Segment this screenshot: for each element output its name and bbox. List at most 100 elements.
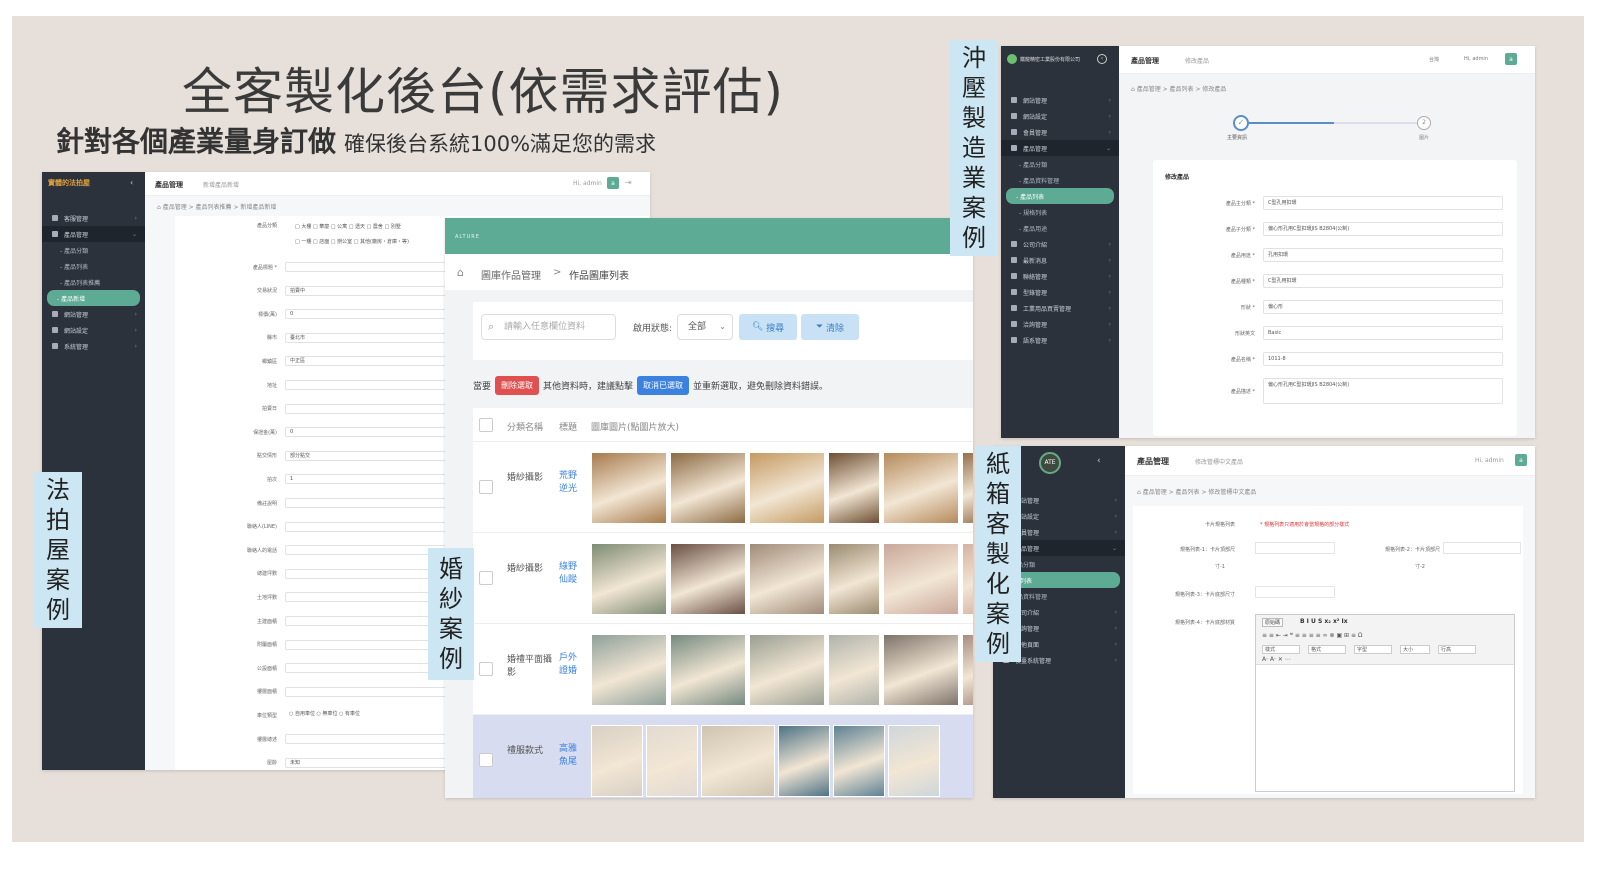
wedding-clear-button[interactable]: ⏷ 清除 [801,314,859,340]
mfg-nav-item[interactable]: - 產品分類 [1001,156,1119,172]
mfg-avatar[interactable]: a [1505,53,1517,65]
mfg-field-input[interactable]: C型孔用扣環 [1263,274,1503,288]
gallery-thumbnail[interactable] [883,543,959,615]
gallery-thumbnail[interactable] [828,543,880,615]
row-checkbox[interactable] [479,753,493,767]
mfg-nav-item[interactable]: - 產品用途 [1001,220,1119,236]
mfg-nav-item[interactable]: 工業用品買賣管理 › [1001,300,1119,316]
mfg-nav-item[interactable]: 產品管理 ⌄ [1001,140,1119,156]
wedding-search-input[interactable]: 請輸入任意欄位資料 [481,314,616,340]
mfg-field-input[interactable]: 孔用扣環 [1263,248,1503,262]
gallery-thumbnail[interactable] [888,725,940,797]
gallery-thumbnail[interactable] [591,634,667,706]
mfg-collapse-icon[interactable]: ‹ [1097,54,1107,64]
law-nav-item[interactable]: - 產品列表 [42,258,145,274]
mfg-field-input[interactable]: 偏心形孔用C型扣環JIS B2804(公制) [1263,222,1503,236]
gallery-thumbnail[interactable] [883,634,959,706]
carton-rich-editor[interactable]: 原始碼 B I U S x₂ x² Ix ≡ ≡ ⇤ ⇥ ❝ ≡ ≡ ≡ ≡ ∞… [1255,614,1515,792]
carton-editor-paragraph-buttons[interactable]: ≡ ≡ ⇤ ⇥ ❝ ≡ ≡ ≡ ≡ ∞ ⊗ ▣ ⊞ ≡ Ω [1262,632,1362,639]
row-checkbox[interactable] [479,571,493,585]
gallery-thumbnail[interactable] [749,634,825,706]
law-avatar[interactable]: a [607,177,619,189]
law-logout-icon[interactable]: ⇥ [625,178,632,187]
gallery-thumbnail[interactable] [749,452,825,524]
col-category[interactable]: 分類名稱 [507,420,543,433]
mfg-nav-item[interactable]: 型錄管理 › [1001,284,1119,300]
mfg-field-input[interactable]: 偏心形 [1263,300,1503,314]
carton-f3-input[interactable] [1255,586,1335,598]
law-nav-item[interactable]: 產品管理 ⌄ [42,226,145,242]
law-nav-item[interactable]: 網站管理 › [42,306,145,322]
carton-editor-format-buttons[interactable]: B I U S x₂ x² Ix [1300,618,1348,625]
gallery-thumbnail[interactable] [962,634,973,706]
gallery-thumbnail[interactable] [670,543,746,615]
law-nav-item[interactable]: 系統管理 › [42,338,145,354]
law-nav-item[interactable]: - 產品分類 [42,242,145,258]
wedding-search-button[interactable]: 🔍︎ 搜尋 [739,314,797,340]
gallery-thumbnail[interactable] [591,543,667,615]
mfg-field-input[interactable]: C型孔用扣環 [1263,196,1503,210]
mfg-field-input[interactable]: 偏心形孔用C型扣環JIS B2804(公制) [1263,378,1503,404]
gallery-thumbnail[interactable] [778,725,830,797]
mfg-step2-icon[interactable]: 2 [1417,116,1431,130]
carton-f2-right-input[interactable] [1443,542,1521,554]
gallery-thumbnail[interactable] [962,452,973,524]
row-title-link[interactable]: 綠野仙蹤 [559,561,581,587]
row-checkbox[interactable] [479,662,493,676]
carton-f2-input[interactable] [1255,542,1335,554]
mfg-language-select[interactable]: 台灣 [1429,56,1439,63]
gallery-thumbnail[interactable] [828,634,880,706]
mfg-nav-item[interactable]: 洽詢管理 › [1001,316,1119,332]
mfg-nav-item[interactable]: 公司介紹 › [1001,236,1119,252]
carton-editor-format-dropdown[interactable]: 格式 [1308,645,1346,654]
mfg-nav-item[interactable]: - 產品列表 [1006,188,1114,204]
carton-editor-color-buttons[interactable]: A· A· ✕ ⋯ [1262,656,1291,663]
law-nav-item[interactable]: 網站設定 › [42,322,145,338]
mfg-nav-item[interactable]: - 規格列表 [1001,204,1119,220]
law-nav-item[interactable]: 客服管理 › [42,210,145,226]
mfg-field-input[interactable]: Basic [1263,326,1503,340]
gallery-thumbnail[interactable] [670,634,746,706]
carton-editor-font-dropdown[interactable]: 字型 [1354,645,1392,654]
gallery-thumbnail[interactable] [749,543,825,615]
mfg-nav-item[interactable]: 最新消息 › [1001,252,1119,268]
law-checkbox-row2[interactable]: □ 一樓 □ 店面 □ 辦公室 □ 其他(廠房・倉庫・等) [295,238,409,245]
gallery-thumbnail[interactable] [701,725,775,797]
law-nav-item[interactable]: - 產品新增 [47,290,140,306]
gallery-thumbnail[interactable] [591,452,667,524]
mfg-step1-icon[interactable]: ✓ [1233,115,1249,131]
home-icon[interactable]: ⌂ [457,266,464,279]
mfg-nav-item[interactable]: 聯絡管理 › [1001,268,1119,284]
mfg-nav-item[interactable]: 語系管理 › [1001,332,1119,348]
carton-editor-source-button[interactable]: 原始碼 [1262,618,1284,627]
gallery-thumbnail[interactable] [828,452,880,524]
row-checkbox[interactable] [479,480,493,494]
law-collapse-icon[interactable]: ‹ [130,178,133,187]
row-title-link[interactable]: 荒野逆光 [559,470,581,496]
row-title-link[interactable]: 高雅魚尾 [559,743,581,769]
mfg-nav-item[interactable]: 網站管理 › [1001,92,1119,108]
carton-collapse-icon[interactable]: ‹ [1097,456,1101,466]
gallery-thumbnail[interactable] [883,452,959,524]
col-title[interactable]: 標題 [559,420,577,433]
law-nav-item[interactable]: - 產品列表推薦 [42,274,145,290]
carton-avatar[interactable]: a [1515,454,1527,466]
delete-selected-button[interactable]: 刪除選取 [495,375,540,395]
select-all-checkbox[interactable] [479,418,493,432]
gallery-thumbnail[interactable] [833,725,885,797]
gallery-thumbnail[interactable] [670,452,746,524]
mfg-field-input[interactable]: 1011-8 [1263,352,1503,366]
cancel-selected-button[interactable]: 取消已選取 [637,375,690,395]
wedding-breadcrumb-root[interactable]: 圖庫作品管理 [481,267,541,282]
mfg-nav-item[interactable]: 網站設定 › [1001,108,1119,124]
law-checkbox-row1[interactable]: □ 大樓 □ 華廈 □ 公寓 □ 透天 □ 農舍 □ 別墅 [295,223,401,230]
carton-editor-size-dropdown[interactable]: 大小 [1400,645,1430,654]
mfg-nav-item[interactable]: 會員管理 › [1001,124,1119,140]
gallery-thumbnail[interactable] [646,725,698,797]
row-title-link[interactable]: 戶外證婚 [559,652,581,678]
gallery-thumbnail[interactable] [591,725,643,797]
carton-editor-style-dropdown[interactable]: 樣式 [1262,645,1300,654]
wedding-status-select[interactable]: 全部 ⌄ [677,314,733,340]
carton-editor-lineheight-dropdown[interactable]: 行高 [1438,645,1476,654]
gallery-thumbnail[interactable] [962,543,973,615]
